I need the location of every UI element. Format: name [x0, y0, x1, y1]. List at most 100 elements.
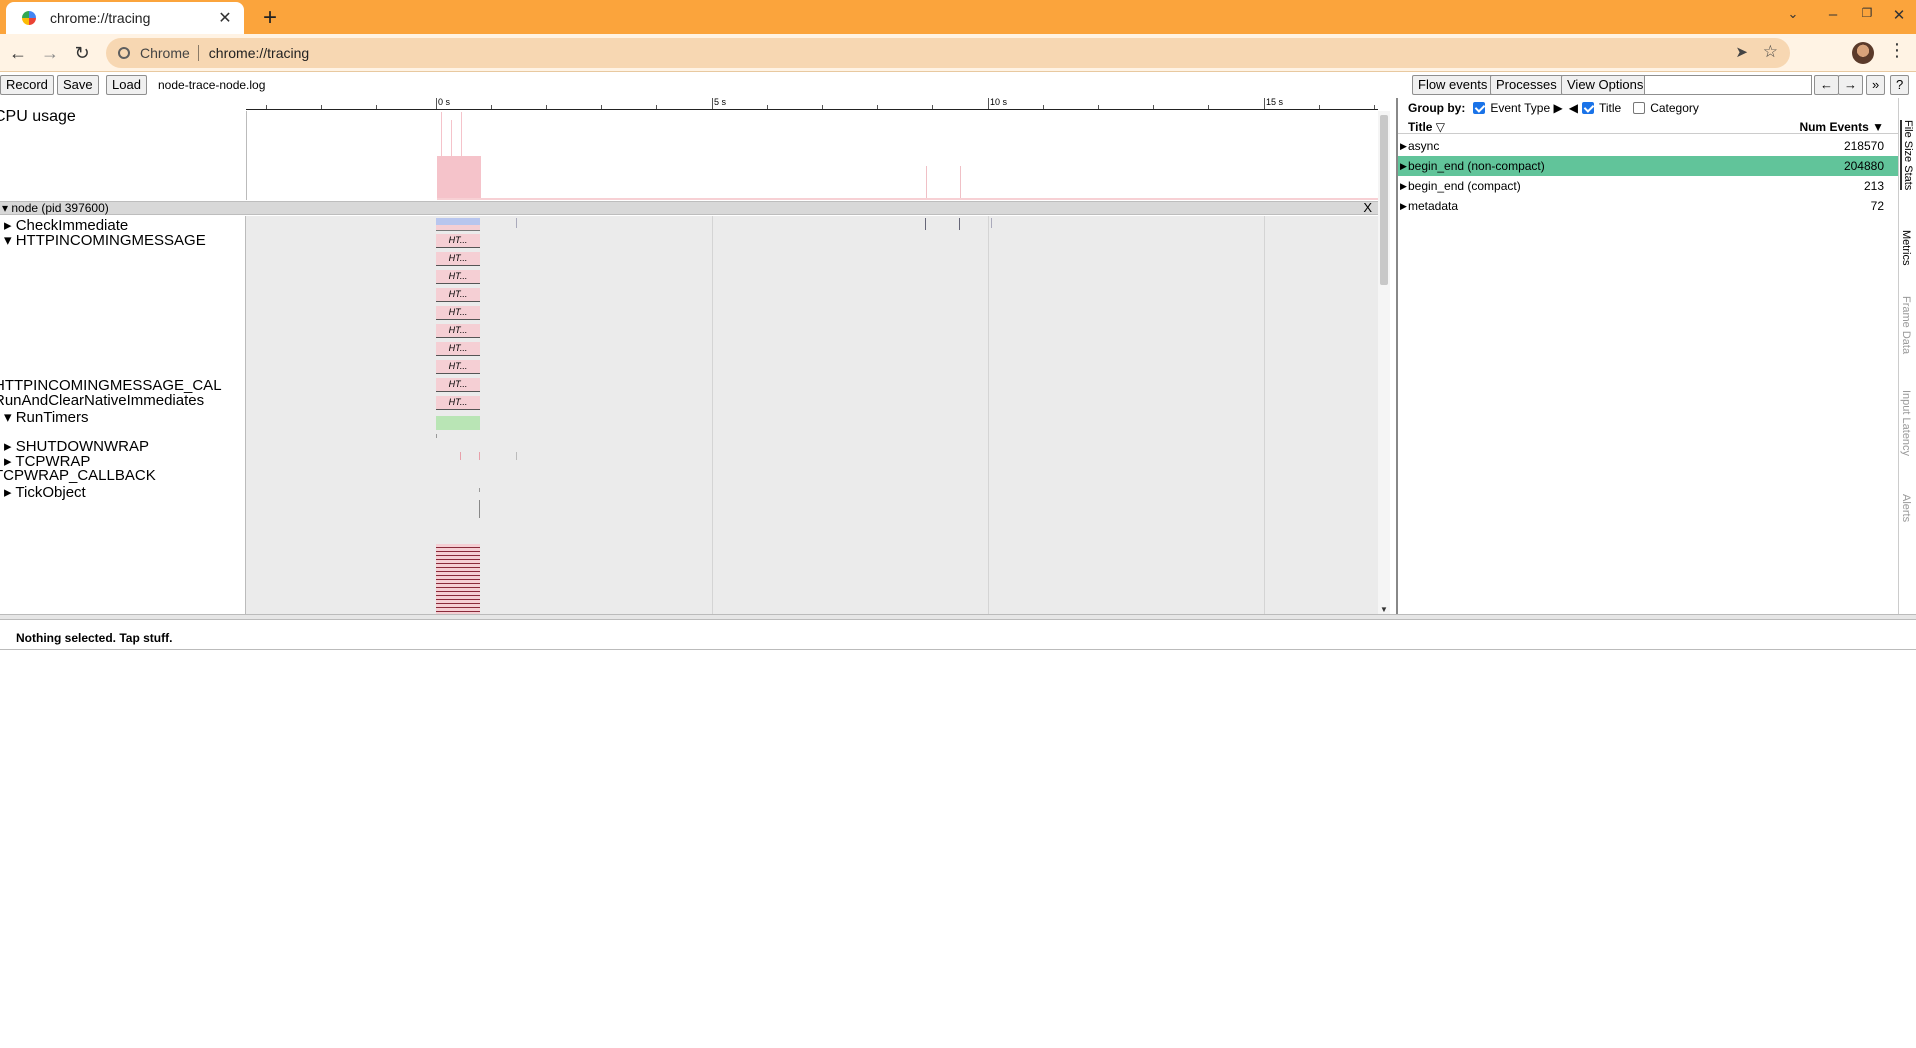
tab-metrics[interactable]: Metrics: [1900, 230, 1912, 265]
title-checkbox[interactable]: [1581, 102, 1594, 114]
ruler-label-5s: 5 s: [714, 98, 727, 107]
event-type-label[interactable]: Event Type ▶: [1490, 101, 1562, 115]
http-slice[interactable]: HT...: [436, 252, 480, 266]
table-row[interactable]: ▶ begin_end (compact) 213: [1398, 176, 1898, 196]
ruler-tick: [1098, 105, 1099, 109]
tracks-area[interactable]: HT... HT... HT... HT... HT... HT... HT..…: [246, 216, 1378, 614]
scroll-down-icon[interactable]: ▼: [1380, 605, 1388, 614]
save-button[interactable]: Save: [57, 75, 99, 95]
row-count: 213: [1863, 179, 1884, 193]
http-slice[interactable]: HT...: [436, 234, 480, 248]
avatar[interactable]: [1852, 42, 1874, 64]
checkimmediate-slice[interactable]: [436, 225, 480, 231]
http-slice[interactable]: HT...: [436, 342, 480, 356]
status-divider: [0, 649, 1916, 650]
expand-triangle-icon[interactable]: ▶: [1400, 136, 1407, 156]
http-slice[interactable]: HT...: [436, 306, 480, 320]
col-num-events-header[interactable]: Num Events ▼: [1799, 120, 1884, 134]
event-type-checkbox[interactable]: [1473, 102, 1486, 114]
more-button[interactable]: »: [1866, 75, 1886, 95]
find-next-button[interactable]: →: [1838, 75, 1863, 95]
event-mark[interactable]: [959, 218, 960, 230]
tab-input-latency[interactable]: Input Latency: [1900, 390, 1912, 456]
category-option-label[interactable]: Category: [1650, 101, 1699, 115]
cpu-spike: [960, 166, 961, 198]
cpu-usage-track[interactable]: [246, 111, 1379, 200]
processes-button[interactable]: Processes: [1490, 75, 1563, 95]
url-text[interactable]: chrome://tracing: [209, 45, 309, 61]
table-row[interactable]: ▶ async 218570: [1398, 136, 1898, 156]
load-button[interactable]: Load: [106, 75, 147, 95]
category-checkbox[interactable]: [1633, 102, 1646, 114]
reload-icon[interactable]: ↻: [70, 41, 94, 65]
track-label-tcpwrap-callback[interactable]: TCPWRAP_CALLBACK: [0, 467, 156, 484]
track-label-tickobject[interactable]: ▸ TickObject: [4, 483, 86, 501]
track-label-httpincomingmessage[interactable]: ▾ HTTPINCOMINGMESSAGE: [4, 231, 206, 249]
title-option-label[interactable]: Title: [1599, 101, 1621, 115]
flow-events-button[interactable]: Flow events: [1412, 75, 1494, 95]
close-window-icon[interactable]: ✕: [1888, 6, 1910, 24]
table-row-selected[interactable]: ▶ begin_end (non-compact) 204880: [1398, 156, 1898, 176]
view-options-button[interactable]: View Options: [1561, 75, 1650, 95]
site-info-icon[interactable]: [118, 47, 130, 59]
http-slice[interactable]: HT...: [436, 360, 480, 374]
back-arrow-icon[interactable]: ←: [6, 41, 30, 65]
chrome-favicon-icon: [22, 11, 36, 25]
shutdown-mark[interactable]: [479, 488, 480, 492]
forward-arrow-icon[interactable]: →: [38, 41, 62, 65]
tab-file-size-stats[interactable]: File Size Stats: [1900, 120, 1914, 191]
ruler-tick: [767, 105, 768, 109]
new-tab-button[interactable]: +: [256, 4, 284, 32]
process-header[interactable]: ▾ node (pid 397600) X: [0, 201, 1380, 215]
table-row[interactable]: ▶ metadata 72: [1398, 196, 1898, 216]
timer-mark[interactable]: [479, 452, 480, 460]
event-mark[interactable]: [925, 218, 926, 230]
browser-tab[interactable]: chrome://tracing ✕: [6, 2, 244, 34]
timer-mark[interactable]: [516, 452, 517, 460]
tab-close-icon[interactable]: ✕: [216, 8, 234, 28]
tab-alerts[interactable]: Alerts: [1900, 494, 1912, 522]
tab-frame-data[interactable]: Frame Data: [1900, 296, 1912, 354]
event-mark[interactable]: [991, 218, 992, 228]
http-slice[interactable]: HT...: [436, 288, 480, 302]
group-by-controls: Group by: Event Type ▶ ◀ Title Category: [1408, 101, 1699, 115]
tickobject-slices[interactable]: [436, 544, 480, 614]
timeline-view[interactable]: 0 s 5 s 10 s 15 s CPU usage ▾ node (pid …: [0, 98, 1396, 614]
expand-triangle-icon[interactable]: ▶: [1400, 196, 1407, 216]
timeline-scrollbar[interactable]: ▼: [1378, 111, 1390, 614]
time-ruler[interactable]: 0 s 5 s 10 s 15 s: [246, 98, 1378, 110]
minimize-icon[interactable]: –: [1822, 6, 1844, 23]
kebab-menu-icon[interactable]: ⋮: [1888, 40, 1906, 61]
find-prev-button[interactable]: ←: [1814, 75, 1839, 95]
ruler-tick: [321, 105, 322, 109]
ruler-tick: [491, 105, 492, 109]
timer-mark[interactable]: [460, 452, 461, 460]
process-close-button[interactable]: X: [1363, 201, 1372, 214]
checkimmediate-slice[interactable]: [436, 218, 480, 225]
http-slice[interactable]: HT...: [436, 378, 480, 392]
expand-triangle-icon[interactable]: ▶: [1400, 156, 1407, 176]
event-mark[interactable]: [436, 434, 437, 438]
track-label-runandclearnativeimmediates[interactable]: RunAndClearNativeImmediates: [0, 392, 204, 409]
expand-triangle-icon[interactable]: ▶: [1400, 176, 1407, 196]
pane-resize-divider[interactable]: [0, 614, 1916, 620]
track-label-runtimers[interactable]: ▾ RunTimers: [4, 408, 89, 426]
record-button[interactable]: Record: [0, 75, 54, 95]
address-bar[interactable]: Chrome chrome://tracing ➤ ☆: [106, 38, 1790, 68]
send-icon[interactable]: ➤: [1735, 43, 1748, 61]
http-slice[interactable]: HT...: [436, 396, 480, 410]
group-left-arrow[interactable]: ◀: [1569, 101, 1578, 115]
restore-icon[interactable]: ❐: [1856, 6, 1878, 20]
tcpwrap-mark[interactable]: [479, 500, 480, 518]
tab-search-icon[interactable]: ⌄: [1782, 6, 1804, 22]
star-icon[interactable]: ☆: [1763, 42, 1778, 62]
http-callback-slice[interactable]: [436, 416, 480, 430]
http-slice[interactable]: HT...: [436, 324, 480, 338]
help-button[interactable]: ?: [1890, 75, 1910, 95]
col-title-header[interactable]: Title ▽: [1408, 120, 1445, 134]
event-mark[interactable]: [516, 218, 517, 228]
http-slice[interactable]: HT...: [436, 270, 480, 284]
scrollbar-thumb[interactable]: [1380, 115, 1388, 285]
search-input[interactable]: [1644, 75, 1812, 95]
selection-status: Nothing selected. Tap stuff.: [16, 631, 173, 645]
